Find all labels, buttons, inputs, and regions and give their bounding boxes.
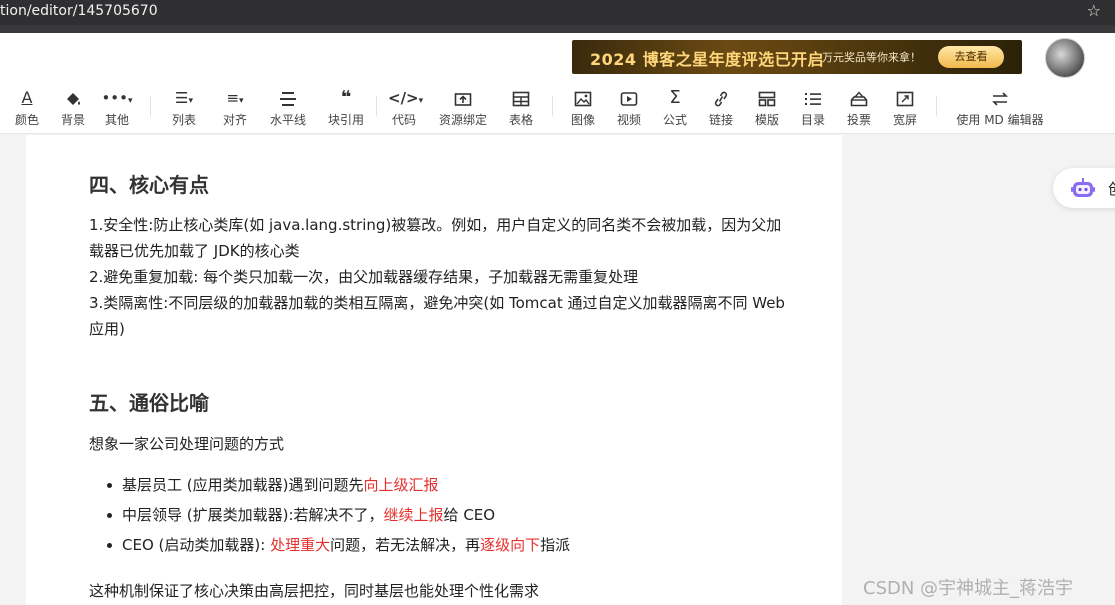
video-icon: [614, 87, 644, 109]
toolbar-formula-button[interactable]: Σ 公式: [660, 87, 690, 131]
banner-title: 2024 博客之星年度评选已开启: [590, 50, 825, 69]
section4-paragraph-1: 1.安全性:防止核心类库(如 java.lang.string)被篡改。例如，用…: [89, 216, 782, 260]
star-icon[interactable]: ☆: [1087, 0, 1101, 22]
avatar[interactable]: [1045, 38, 1085, 78]
sigma-icon: Σ: [669, 87, 681, 108]
list-icon: ☰▾: [175, 89, 193, 107]
section5-intro: 想象一家公司处理问题的方式: [89, 435, 285, 453]
banner-subtitle: 万元奖品等你来拿！: [822, 51, 921, 64]
section4-heading: 四、核心有点: [89, 173, 209, 197]
more-icon: •••▾: [101, 89, 133, 107]
list-item: CEO (启动类加载器): 处理重大问题，若无法解决，再逐级向下指派: [106, 536, 571, 554]
toolbar-quote-button[interactable]: ❝ 块引用: [326, 87, 366, 131]
toolbar-vote-button[interactable]: 投票: [844, 87, 874, 131]
editor-toolbar: A 颜色 背景 •••▾ 其他 ☰▾ 列表 ≡▾ 对齐 水平线 ❝ 块引用 </…: [0, 82, 1115, 134]
template-icon: [752, 87, 782, 109]
assistant-label: 创: [1108, 178, 1115, 199]
toolbar-video-button[interactable]: 视频: [614, 87, 644, 131]
toolbar-more-button[interactable]: •••▾ 其他: [100, 87, 134, 131]
code-icon: </>▾: [388, 89, 424, 107]
editor-content-area[interactable]: 四、核心有点 1.安全性:防止核心类库(如 java.lang.string)被…: [26, 135, 842, 605]
toolbar-align-button[interactable]: ≡▾ 对齐: [218, 87, 252, 131]
toolbar-md-editor-button[interactable]: 使用 MD 编辑器: [954, 87, 1046, 131]
toolbar-divider: [376, 96, 377, 116]
toolbar-divider: [552, 96, 553, 116]
conclusion-paragraph: 这种机制保证了核心决策由高层把控，同时基层也能处理个性化需求: [89, 582, 540, 600]
section4-paragraph-3: 3.类隔离性:不同层级的加载器加载的类相互隔离，避免冲突(如 Tomcat 通过…: [89, 294, 785, 338]
robot-icon: [1071, 178, 1095, 197]
quote-icon: ❝: [340, 87, 352, 108]
link-icon: [706, 87, 736, 109]
site-header: 2024 博客之星年度评选已开启 万元奖品等你来拿！ 去查看: [0, 33, 1115, 82]
vote-icon: [844, 87, 874, 109]
align-icon: ≡▾: [226, 89, 244, 107]
url-text[interactable]: tion/editor/145705670: [0, 0, 158, 22]
list-item: 基层员工 (应用类加载器)遇到问题先向上级汇报: [107, 476, 439, 494]
promo-banner[interactable]: 2024 博客之星年度评选已开启 万元奖品等你来拿！ 去查看: [572, 40, 1022, 74]
toc-icon: [798, 87, 828, 109]
resource-upload-icon: [438, 87, 488, 109]
horizontal-rule-icon: [268, 87, 308, 109]
switch-icon: [954, 87, 1046, 109]
list-item: 中层领导 (扩展类加载器):若解决不了，继续上报给 CEO: [106, 506, 496, 524]
section4-paragraph-2: 2.避免重复加载: 每个类只加载一次，由父加载器缓存结果，子加载器无需重复处理: [89, 268, 639, 286]
image-icon: [568, 87, 598, 109]
toolbar-divider: [936, 96, 937, 116]
toolbar-widescreen-button[interactable]: 宽屏: [890, 87, 920, 131]
font-color-icon: A: [21, 88, 33, 107]
watermark: CSDN @宇神城主_蒋浩宇: [863, 578, 1074, 599]
browser-address-bar[interactable]: tion/editor/145705670 ☆: [0, 0, 1115, 25]
banner-button[interactable]: 去查看: [938, 46, 1004, 68]
paint-bucket-icon: [58, 87, 88, 109]
toolbar-code-button[interactable]: </>▾ 代码: [388, 87, 424, 131]
widescreen-icon: [890, 87, 920, 109]
ai-assistant-button[interactable]: 创: [1053, 168, 1115, 208]
toolbar-table-button[interactable]: 表格: [506, 87, 536, 131]
toolbar-template-button[interactable]: 模版: [752, 87, 782, 131]
toolbar-resource-button[interactable]: 资源绑定: [438, 87, 488, 131]
toolbar-image-button[interactable]: 图像: [568, 87, 598, 131]
toolbar-toc-button[interactable]: 目录: [798, 87, 828, 131]
toolbar-color-button[interactable]: A 颜色: [12, 87, 42, 131]
toolbar-horizontal-rule-button[interactable]: 水平线: [268, 87, 308, 131]
toolbar-background-button[interactable]: 背景: [58, 87, 88, 131]
table-icon: [506, 87, 536, 109]
toolbar-link-button[interactable]: 链接: [706, 87, 736, 131]
toolbar-divider: [150, 96, 151, 116]
toolbar-list-button[interactable]: ☰▾ 列表: [168, 87, 200, 131]
browser-tab-divider: [0, 25, 1115, 33]
section5-heading: 五、通俗比喻: [89, 391, 209, 415]
